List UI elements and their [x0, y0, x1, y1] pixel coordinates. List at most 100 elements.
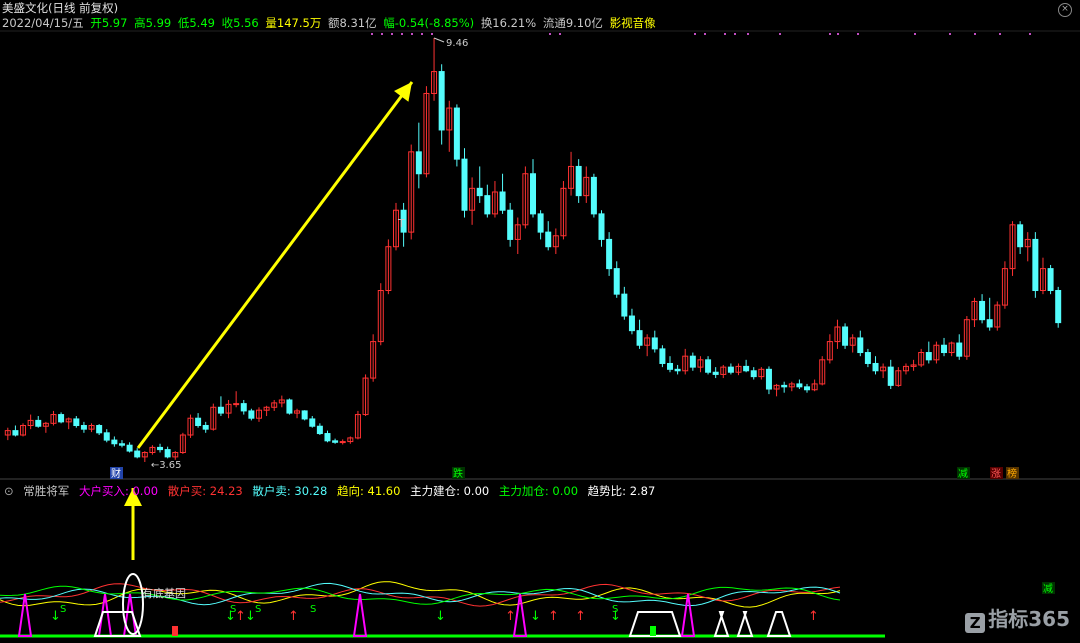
- signal-dot: [999, 33, 1001, 35]
- candle-body: [12, 430, 19, 436]
- candle-body: [796, 383, 803, 388]
- rally-arrow-shaft: [136, 81, 414, 449]
- signal-dot: [734, 33, 736, 35]
- signal-dot: [704, 33, 706, 35]
- indicator-trend: 趋向: 41.60: [336, 484, 401, 498]
- signal-dot: [1029, 33, 1031, 35]
- candle-body: [598, 213, 605, 240]
- candle-body: [96, 425, 103, 434]
- candle-body: [636, 330, 643, 346]
- quote-float: 流通9.10亿: [542, 16, 603, 30]
- candle-body: [301, 410, 308, 420]
- candle-body: [689, 355, 696, 368]
- candle-body: [659, 348, 666, 364]
- signal-dot: [411, 33, 413, 35]
- signal-dot: [829, 33, 831, 35]
- signal-dot: [549, 33, 551, 35]
- signal-dot: [949, 33, 951, 35]
- signal-dot: [914, 33, 916, 35]
- indicator-name[interactable]: 常胜将军: [23, 484, 69, 498]
- quote-low: 低5.49: [177, 16, 215, 30]
- candle-body: [590, 176, 597, 215]
- candle-body: [537, 213, 544, 233]
- candle-body: [415, 151, 422, 175]
- candle-body: [941, 344, 948, 354]
- high-price-label: 9.46: [446, 38, 468, 49]
- close-icon[interactable]: ×: [1058, 3, 1072, 17]
- signal-dot: [421, 33, 423, 35]
- white-trapezoid: [736, 611, 754, 637]
- candle-body: [438, 71, 445, 131]
- quote-volume: 量147.5万: [265, 16, 322, 30]
- candle-body: [1032, 238, 1039, 292]
- candle-body: [339, 441, 346, 444]
- signal-arrow-icon: ↑: [235, 609, 246, 624]
- s-signal: S: [230, 604, 236, 615]
- candle-body: [743, 365, 750, 372]
- candle-body: [712, 371, 719, 375]
- candle-body: [80, 425, 87, 430]
- watermark-logo-icon: Z: [965, 613, 986, 633]
- quote-turnover: 换16.21%: [480, 16, 537, 30]
- candle-body: [621, 293, 628, 317]
- indicator-trend-ratio: 趋势比: 2.87: [587, 484, 656, 498]
- candle-body: [58, 414, 65, 423]
- green-bar: [650, 626, 656, 636]
- signal-dot: [837, 33, 839, 35]
- candle-body: [804, 386, 811, 391]
- candle-body: [499, 191, 506, 211]
- quote-sector[interactable]: 影视音像: [610, 16, 656, 30]
- candle-body: [118, 443, 125, 446]
- low-price-label: ←3.65: [151, 460, 182, 471]
- signal-arrow-icon: ↑: [575, 609, 586, 624]
- candle-body: [286, 399, 293, 414]
- candle-body: [986, 319, 993, 328]
- candle-body: [484, 195, 491, 215]
- quote-close: 收5.56: [221, 16, 259, 30]
- candle-body: [309, 418, 316, 427]
- magenta-spike: [122, 593, 138, 637]
- signal-arrow-icon: ↑: [548, 609, 559, 624]
- candle-body: [651, 337, 658, 350]
- tag-label: 涨: [991, 468, 1001, 480]
- candle-body: [316, 425, 323, 435]
- candle-body: [613, 268, 620, 295]
- indicator-header: ⊙ 常胜将军 大户买入: 0.00 散户买: 24.23 散户卖: 30.28 …: [4, 484, 661, 498]
- indicator-main-add: 主力加仓: 0.00: [498, 484, 579, 498]
- s-signal: S: [255, 604, 261, 615]
- signal-dot: [747, 33, 749, 35]
- candle-body: [461, 158, 468, 211]
- signal-arrow-icon: ↓: [435, 609, 446, 624]
- signal-dot: [974, 33, 976, 35]
- collapse-icon[interactable]: ⊙: [4, 484, 14, 498]
- magenta-spike: [352, 593, 368, 637]
- candle-body: [545, 231, 552, 248]
- candle-body: [857, 337, 864, 354]
- candle-body: [248, 410, 255, 419]
- quote-date: 2022/04/15/五: [2, 16, 84, 30]
- candle-body: [202, 425, 209, 430]
- tag-label: 减: [958, 468, 968, 480]
- stock-header: 美盛文化(日线 前复权): [2, 1, 121, 15]
- quote-amount: 额8.31亿: [327, 16, 377, 30]
- signal-dot: [559, 33, 561, 35]
- candle-body: [628, 315, 635, 332]
- candle-body: [530, 173, 536, 215]
- t-marker: T: [397, 217, 405, 230]
- signal-dot: [401, 33, 403, 35]
- retail-buy-line: [0, 583, 841, 607]
- signal-dot: [779, 33, 781, 35]
- candle-body: [476, 187, 483, 197]
- candle-body: [674, 368, 681, 372]
- tag-label: 减: [1043, 583, 1053, 595]
- white-trapezoid: [93, 611, 142, 637]
- indicator-retail-buy: 散户买: 24.23: [167, 484, 243, 498]
- signal-arrow-icon: ↑: [505, 609, 516, 624]
- signal-dot: [857, 33, 859, 35]
- signal-dot: [391, 33, 393, 35]
- candle-body: [157, 446, 164, 451]
- candle-body: [332, 440, 339, 443]
- candle-body: [324, 433, 331, 442]
- candle-body: [35, 419, 42, 427]
- white-trapezoid: [713, 611, 730, 637]
